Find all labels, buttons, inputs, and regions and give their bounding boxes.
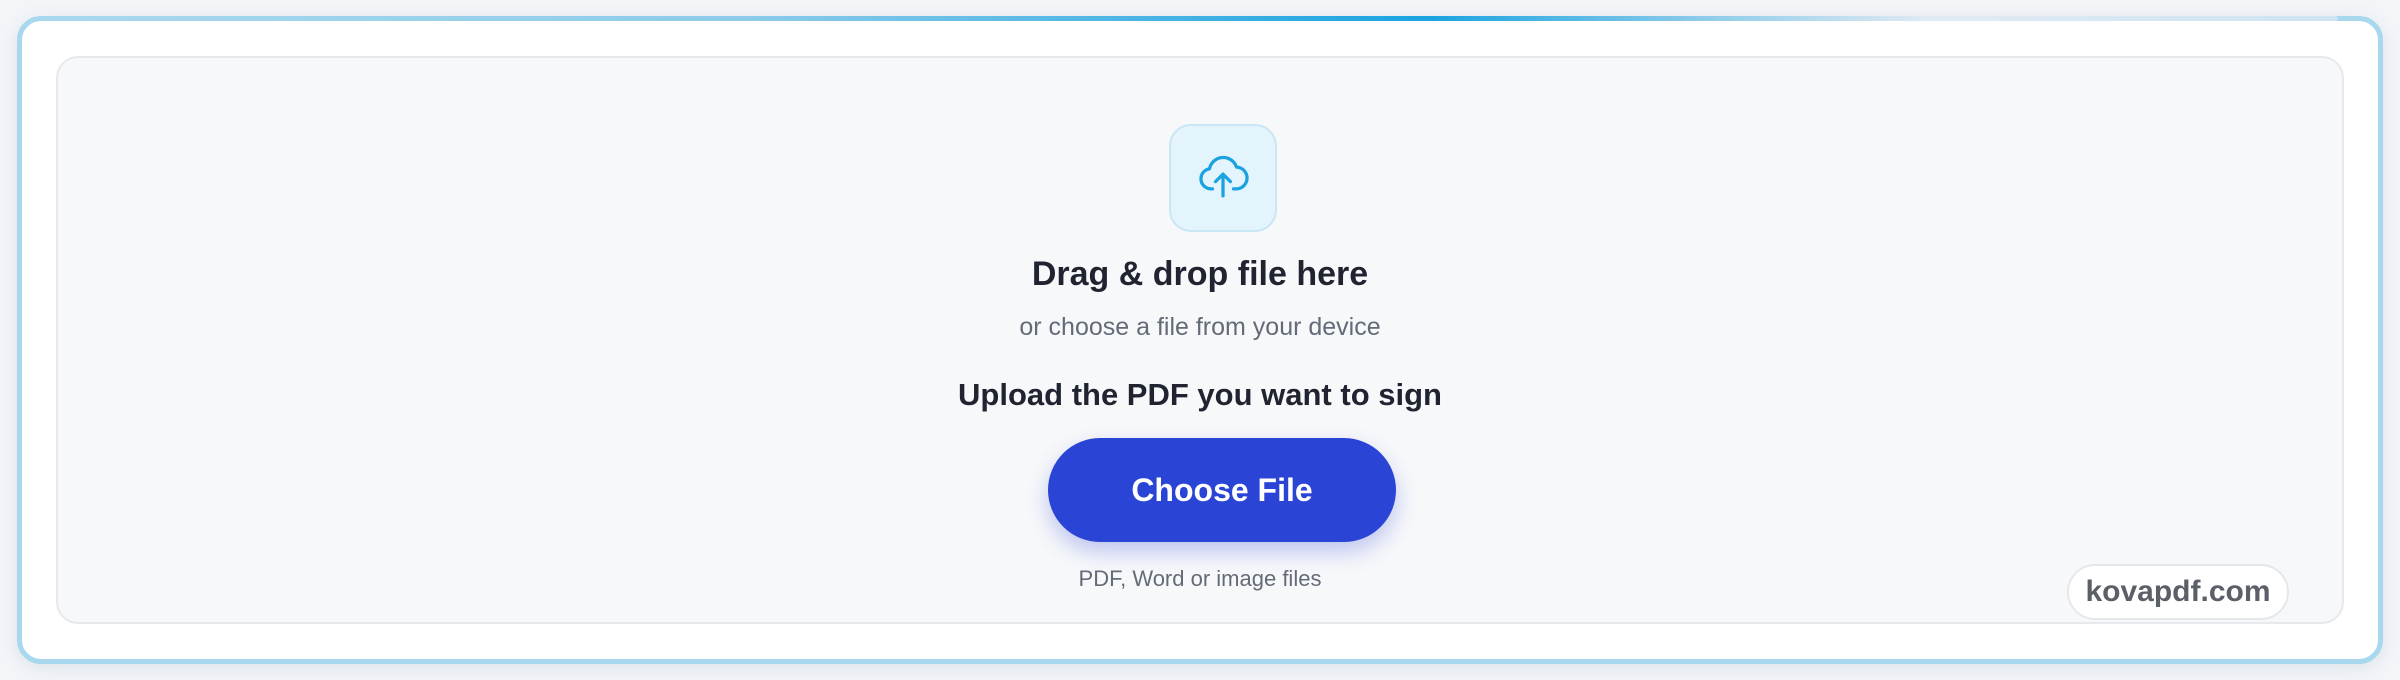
cloud-upload-icon	[1195, 148, 1251, 209]
upload-icon-box	[1169, 124, 1277, 232]
card-top-accent	[62, 16, 2338, 21]
brand-watermark: kovapdf.com	[2067, 564, 2289, 620]
drop-title: Drag & drop file here	[1031, 255, 1369, 293]
upload-card: Drag & drop file here or choose a file f…	[17, 16, 2383, 664]
drop-zone[interactable]: Drag & drop file here or choose a file f…	[56, 56, 2344, 624]
choose-file-button[interactable]: Choose File	[1048, 438, 1396, 542]
drop-subtitle: or choose a file from your device	[1019, 313, 1381, 341]
supported-formats-text: PDF, Word or image files	[1078, 566, 1322, 591]
upload-prompt: Upload the PDF you want to sign	[958, 377, 1442, 412]
